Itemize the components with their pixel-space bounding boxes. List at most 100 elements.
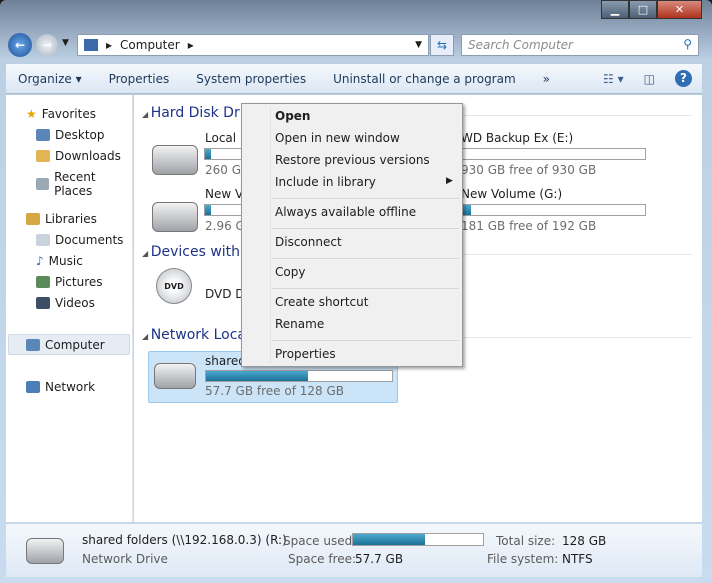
nav-downloads[interactable]: Downloads: [36, 149, 121, 163]
search-input[interactable]: Search Computer ⚲: [461, 34, 699, 56]
drive-free: 181 GB free of 192 GB: [461, 219, 597, 233]
group-hard-disk-drives[interactable]: Hard Disk Dr: [142, 105, 240, 121]
menu-include-in-library[interactable]: Include in library: [275, 175, 376, 189]
star-icon: ★: [26, 107, 37, 121]
nav-label: Downloads: [55, 149, 121, 163]
details-pane: shared folders (\\192.168.0.3) (R:) Netw…: [6, 523, 702, 577]
menu-rename[interactable]: Rename: [275, 317, 324, 331]
recent-pages-dropdown[interactable]: ▼: [62, 38, 69, 48]
nav-label: Pictures: [55, 275, 103, 289]
menu-always-available-offline[interactable]: Always available offline: [275, 205, 416, 219]
file-system-label: File system:: [487, 552, 559, 566]
space-free-value: 57.7 GB: [355, 552, 404, 566]
forward-button[interactable]: →: [36, 34, 58, 56]
menu-open-new-window[interactable]: Open in new window: [275, 131, 400, 145]
menu-open[interactable]: Open: [275, 109, 310, 123]
more-commands-button[interactable]: »: [543, 72, 550, 86]
search-icon: ⚲: [683, 37, 692, 51]
address-bar[interactable]: ▸ Computer ▸ ▼: [77, 34, 429, 56]
address-dropdown-icon[interactable]: ▼: [415, 40, 422, 50]
pictures-icon: [36, 276, 50, 288]
group-divider: [464, 337, 692, 338]
menu-separator: [272, 340, 459, 341]
search-placeholder: Search Computer: [468, 38, 573, 52]
command-bar: Organize ▾ Properties System properties …: [6, 64, 702, 94]
downloads-icon: [36, 150, 50, 162]
nav-pictures[interactable]: Pictures: [36, 275, 103, 289]
nav-label: Computer: [45, 338, 105, 352]
space-used-label: Space used:: [283, 534, 357, 548]
help-icon[interactable]: ?: [675, 70, 692, 87]
computer-icon: [84, 39, 98, 51]
nav-label: Libraries: [45, 212, 97, 226]
minimize-button[interactable]: ▁: [601, 0, 629, 19]
group-divider: [464, 115, 692, 116]
space-free-label: Space free:: [288, 552, 357, 566]
nav-label: Desktop: [55, 128, 105, 142]
menu-separator: [272, 228, 459, 229]
back-button[interactable]: ←: [8, 33, 32, 57]
drive-usage-bar: [205, 370, 393, 382]
uninstall-program-button[interactable]: Uninstall or change a program: [333, 72, 516, 86]
properties-button[interactable]: Properties: [109, 72, 170, 86]
space-used-bar: [352, 533, 484, 546]
drive-name: WD Backup Ex (E:): [461, 131, 574, 145]
drive-icon: [152, 202, 198, 232]
nav-documents[interactable]: Documents: [36, 233, 123, 247]
dvd-drive-icon: DVD: [156, 268, 192, 304]
drive-free: 930 GB free of 930 GB: [461, 163, 597, 177]
drive-usage-bar: [459, 204, 646, 216]
music-icon: ♪: [36, 254, 44, 268]
windows-drive-icon: [152, 145, 198, 175]
group-network-locations[interactable]: Network Loca: [142, 327, 246, 343]
nav-music[interactable]: ♪ Music: [36, 254, 83, 268]
libraries-icon: [26, 213, 40, 225]
nav-label: Recent Places: [54, 170, 96, 198]
menu-restore-previous-versions[interactable]: Restore previous versions: [275, 153, 430, 167]
drive-name: shared: [205, 354, 246, 368]
system-properties-button[interactable]: System properties: [196, 72, 306, 86]
total-size-label: Total size:: [496, 534, 556, 548]
menu-disconnect[interactable]: Disconnect: [275, 235, 342, 249]
preview-pane-icon[interactable]: ◫: [644, 72, 655, 86]
nav-computer[interactable]: Computer: [26, 338, 105, 352]
close-button[interactable]: ✕: [657, 0, 702, 19]
maximize-button[interactable]: □: [629, 0, 657, 19]
network-drive-icon: [26, 538, 64, 564]
context-menu: Open Open in new window Restore previous…: [241, 103, 463, 367]
change-view-icon[interactable]: ☷ ▾: [603, 72, 624, 86]
drive-name: New Volume (G:): [461, 187, 563, 201]
group-divider: [464, 254, 692, 255]
nav-network[interactable]: Network: [26, 380, 95, 394]
menu-separator: [272, 288, 459, 289]
status-drive-title: shared folders (\\192.168.0.3) (R:): [82, 533, 287, 547]
menu-properties[interactable]: Properties: [275, 347, 336, 361]
nav-desktop[interactable]: Desktop: [36, 128, 105, 142]
navigation-pane: ★ Favorites Desktop Downloads Recent Plac…: [6, 95, 133, 522]
drive-usage-bar: [459, 148, 646, 160]
menu-create-shortcut[interactable]: Create shortcut: [275, 295, 368, 309]
nav-videos[interactable]: Videos: [36, 296, 95, 310]
drive-name: DVD D: [205, 287, 245, 301]
nav-favorites[interactable]: ★ Favorites: [26, 107, 96, 121]
documents-icon: [36, 234, 50, 246]
nav-recent-places[interactable]: Recent Places: [36, 170, 132, 198]
network-icon: [26, 381, 40, 393]
menu-separator: [272, 258, 459, 259]
status-drive-type: Network Drive: [82, 552, 168, 566]
nav-label: Documents: [55, 233, 124, 247]
drive-free: 57.7 GB free of 128 GB: [205, 384, 344, 398]
recent-places-icon: [36, 178, 50, 190]
menu-copy[interactable]: Copy: [275, 265, 305, 279]
submenu-arrow-icon: ▶: [446, 176, 453, 186]
nav-label: Music: [48, 254, 83, 268]
network-drive-icon: [154, 363, 196, 389]
file-system-value: NTFS: [562, 552, 593, 566]
total-size-value: 128 GB: [562, 534, 607, 548]
group-removable-devices[interactable]: Devices with: [142, 244, 240, 260]
nav-libraries[interactable]: Libraries: [26, 212, 97, 226]
breadcrumb-computer[interactable]: Computer: [120, 38, 180, 52]
refresh-button[interactable]: ⇆: [430, 34, 454, 56]
explorer-window: ▁ □ ✕ ← → ▼ ▸ Computer ▸ ▼ ⇆ Search Comp…: [0, 0, 712, 583]
organize-button[interactable]: Organize ▾: [18, 72, 82, 86]
